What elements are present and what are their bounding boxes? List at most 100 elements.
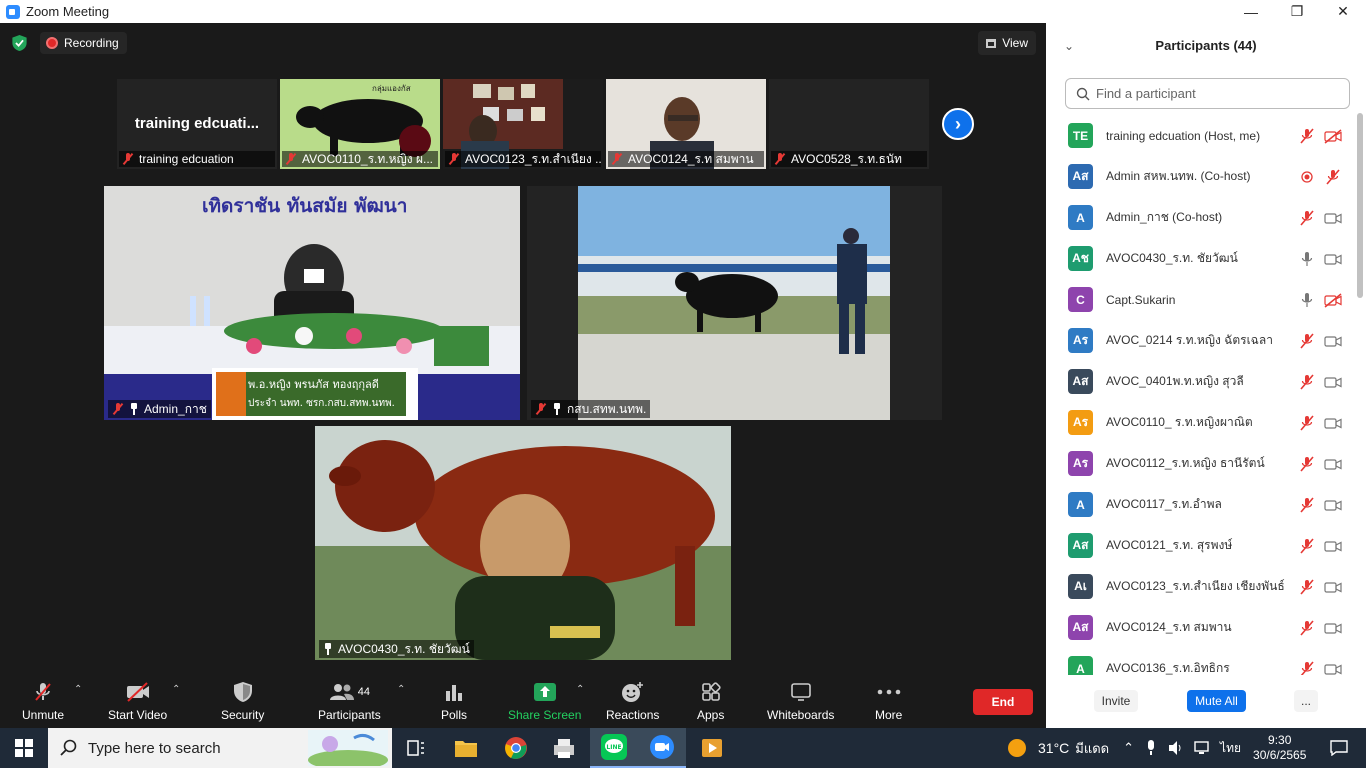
mic-muted-icon[interactable] bbox=[1324, 169, 1342, 185]
mic-muted-icon[interactable] bbox=[1299, 661, 1315, 675]
video-on-icon[interactable] bbox=[1324, 374, 1342, 390]
apps-button[interactable]: Apps bbox=[697, 680, 724, 722]
mic-muted-icon[interactable] bbox=[1299, 456, 1315, 472]
whiteboards-button[interactable]: Whiteboards bbox=[767, 680, 834, 722]
video-options-caret-icon[interactable]: ⌃ bbox=[172, 684, 180, 695]
video-on-icon[interactable] bbox=[1324, 579, 1342, 595]
thumbnail-tile[interactable]: AVOC0124_ร.ท สมพาน bbox=[606, 79, 766, 169]
participant-avatar: A bbox=[1068, 656, 1093, 675]
participant-row[interactable]: Aส AVOC0124_ร.ท สมพาน bbox=[1046, 607, 1356, 648]
participant-row[interactable]: Aช AVOC0430_ร.ท. ชัยวัฒน์ bbox=[1046, 238, 1356, 279]
show-hidden-icons-chevron-icon[interactable]: ⌃ bbox=[1123, 740, 1134, 756]
input-language-text[interactable]: ไทย bbox=[1220, 739, 1241, 758]
mic-muted-icon[interactable] bbox=[1299, 128, 1315, 144]
participant-row[interactable]: Aร AVOC0112_ร.ท.หญิง ธานีรัตน์ bbox=[1046, 443, 1356, 484]
thumbnail-tile[interactable]: กลุ่มแองกัส AVOC0110_ร.ท.หญิง ผ... bbox=[280, 79, 440, 169]
view-button[interactable]: View bbox=[978, 31, 1036, 55]
task-view-button[interactable] bbox=[392, 728, 440, 768]
participant-row[interactable]: Aส AVOC_0401พ.ท.หญิง สุวลี bbox=[1046, 361, 1356, 402]
participant-list-scrollbar[interactable] bbox=[1357, 113, 1363, 298]
mic-muted-icon[interactable] bbox=[1299, 333, 1315, 349]
participant-row[interactable]: A AVOC0117_ร.ท.อำพล bbox=[1046, 484, 1356, 525]
video-on-icon[interactable] bbox=[1324, 251, 1342, 267]
video-tile-farm[interactable]: กสบ.สทพ.นทพ. bbox=[527, 186, 942, 420]
participant-row[interactable]: Aร AVOC0110_ ร.ท.หญิงผาณิต bbox=[1046, 402, 1356, 443]
scanner-app-button[interactable] bbox=[540, 728, 588, 768]
notification-center-icon[interactable] bbox=[1330, 740, 1349, 756]
participant-avatar: Aช bbox=[1068, 246, 1093, 271]
start-video-button[interactable]: Start Video bbox=[108, 680, 167, 722]
mic-muted-icon[interactable] bbox=[1299, 497, 1315, 513]
microphone-tray-icon[interactable] bbox=[1146, 740, 1156, 756]
participant-row[interactable]: Aส Admin สหพ.นทพ. (Co-host) bbox=[1046, 156, 1356, 197]
participant-search-input[interactable] bbox=[1096, 86, 1336, 101]
video-on-icon[interactable] bbox=[1324, 661, 1342, 675]
mic-muted-icon[interactable] bbox=[1299, 538, 1315, 554]
reactions-button[interactable]: Reactions bbox=[606, 680, 659, 722]
taskbar-search-box[interactable] bbox=[48, 728, 392, 768]
video-on-icon[interactable] bbox=[1324, 333, 1342, 349]
close-button[interactable]: ✕ bbox=[1320, 0, 1366, 23]
participant-search-box[interactable] bbox=[1065, 78, 1350, 109]
weather-sun-icon[interactable] bbox=[1008, 739, 1026, 757]
invite-button[interactable]: Invite bbox=[1094, 690, 1138, 712]
encryption-shield-icon[interactable] bbox=[12, 35, 27, 51]
restore-button[interactable]: ❐ bbox=[1274, 0, 1320, 23]
next-page-arrow-button[interactable]: › bbox=[942, 108, 974, 140]
video-on-icon[interactable] bbox=[1324, 497, 1342, 513]
mic-muted-icon[interactable] bbox=[1299, 210, 1315, 226]
minimize-button[interactable]: — bbox=[1228, 0, 1274, 23]
participant-row[interactable]: TE training edcuation (Host, me) bbox=[1046, 115, 1356, 156]
file-explorer-button[interactable] bbox=[442, 728, 490, 768]
mic-muted-icon[interactable] bbox=[1299, 579, 1315, 595]
participant-row[interactable]: Aส AVOC0121_ร.ท. สุรพงษ์ bbox=[1046, 525, 1356, 566]
share-options-caret-icon[interactable]: ⌃ bbox=[576, 684, 584, 695]
mic-muted-icon[interactable] bbox=[1299, 374, 1315, 390]
participants-button[interactable]: 44 Participants bbox=[318, 680, 381, 722]
windows-start-button[interactable] bbox=[0, 728, 48, 768]
video-on-icon[interactable] bbox=[1324, 538, 1342, 554]
clock[interactable]: 9:30 30/6/2565 bbox=[1253, 733, 1306, 763]
audio-options-caret-icon[interactable]: ⌃ bbox=[74, 684, 82, 695]
speaker-volume-icon[interactable] bbox=[1168, 740, 1184, 756]
polls-button[interactable]: Polls bbox=[441, 680, 467, 722]
line-app-button[interactable]: LINE bbox=[590, 728, 638, 768]
recording-status-icon[interactable] bbox=[1299, 169, 1315, 185]
video-on-icon[interactable] bbox=[1324, 415, 1342, 431]
mic-muted-icon[interactable] bbox=[1299, 415, 1315, 431]
thumbnail-tile[interactable]: AVOC0528_ร.ท.ธนัท bbox=[769, 79, 929, 169]
temperature-text[interactable]: 31°C bbox=[1038, 740, 1069, 756]
video-on-icon[interactable] bbox=[1324, 456, 1342, 472]
participant-row[interactable]: Aเ AVOC0123_ร.ท.สำเนียง เชียงพันธ์ bbox=[1046, 566, 1356, 607]
participant-row[interactable]: A AVOC0136_ร.ท.อิทธิกร bbox=[1046, 648, 1356, 675]
network-icon[interactable] bbox=[1194, 740, 1210, 756]
participant-row[interactable]: C Capt.Sukarin bbox=[1046, 279, 1356, 320]
participants-options-caret-icon[interactable]: ⌃ bbox=[397, 684, 405, 695]
mic-on-icon[interactable] bbox=[1299, 292, 1315, 308]
media-player-button[interactable] bbox=[688, 728, 736, 768]
chrome-button[interactable] bbox=[492, 728, 540, 768]
video-on-icon[interactable] bbox=[1324, 210, 1342, 226]
video-off-icon[interactable] bbox=[1324, 128, 1342, 144]
more-button[interactable]: More bbox=[875, 680, 902, 722]
more-options-button[interactable]: ... bbox=[1294, 690, 1318, 712]
participant-row[interactable]: A Admin_กาช (Co-host) bbox=[1046, 197, 1356, 238]
mute-all-button[interactable]: Mute All bbox=[1187, 690, 1246, 712]
weather-condition-text[interactable]: มีแดด bbox=[1075, 738, 1109, 759]
unmute-button[interactable]: Unmute bbox=[22, 680, 64, 722]
thumbnail-tile[interactable]: training edcuati... training edcuation bbox=[117, 79, 277, 169]
recording-indicator[interactable]: Recording bbox=[40, 32, 127, 54]
video-tile-admin[interactable]: เทิดราชัน ทันสมัย พัฒนา พ.อ.หญิง พรนภัส … bbox=[104, 186, 520, 420]
participant-row[interactable]: Aร AVOC_0214 ร.ท.หญิง ฉัตรเฉลา bbox=[1046, 320, 1356, 361]
taskbar-search-input[interactable] bbox=[88, 739, 288, 757]
video-tile-main[interactable]: AVOC0430_ร.ท. ชัยวัฒน์ bbox=[315, 426, 731, 660]
thumbnail-tile[interactable]: AVOC0123_ร.ท.สำเนียง ... bbox=[443, 79, 603, 169]
mic-on-icon[interactable] bbox=[1299, 251, 1315, 267]
share-screen-button[interactable]: Share Screen bbox=[508, 680, 581, 722]
video-on-icon[interactable] bbox=[1324, 620, 1342, 636]
end-meeting-button[interactable]: End bbox=[973, 689, 1033, 715]
mic-muted-icon[interactable] bbox=[1299, 620, 1315, 636]
video-off-icon[interactable] bbox=[1324, 292, 1342, 308]
security-button[interactable]: Security bbox=[221, 680, 264, 722]
zoom-app-button[interactable] bbox=[638, 728, 686, 768]
